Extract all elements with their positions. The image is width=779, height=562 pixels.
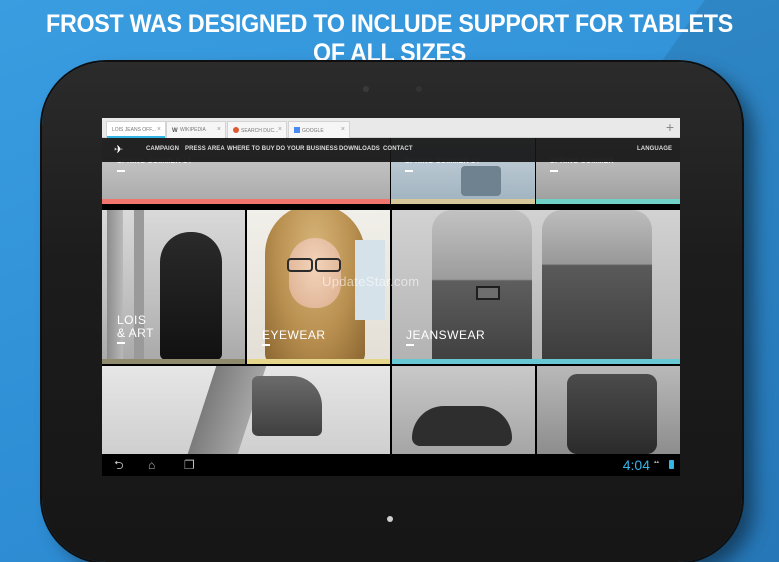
tile-color-strip xyxy=(247,359,390,364)
wikipedia-favicon-icon: W xyxy=(172,128,178,134)
tile-label: EYEWEAR xyxy=(262,329,326,346)
close-icon[interactable]: × xyxy=(217,126,221,133)
recents-icon[interactable]: ❐ xyxy=(184,458,195,472)
tile-color-strip xyxy=(102,199,390,204)
photo-shape xyxy=(567,374,657,454)
tab-label: SEARCH DUC... xyxy=(241,128,279,134)
close-icon[interactable]: × xyxy=(341,126,345,133)
photo-shape xyxy=(315,258,341,272)
photo-shape xyxy=(160,232,222,360)
site-navigation: ✈ CAMPAIGN PRESS AREA WHERE TO BUY DO YO… xyxy=(102,138,680,162)
nav-press-area[interactable]: PRESS AREA xyxy=(185,146,225,152)
back-icon[interactable]: ⮌ xyxy=(114,458,124,472)
tile-color-strip xyxy=(536,199,680,204)
front-camera xyxy=(363,86,369,92)
belt-buckle-shape xyxy=(476,286,500,300)
browser-tab-wikipedia[interactable]: W WIKIPEDIA × xyxy=(166,121,226,138)
tile-label: JEANSWEAR xyxy=(406,329,485,346)
tile-shoes[interactable] xyxy=(102,366,390,454)
nav-where-to-buy[interactable]: WHERE TO BUY xyxy=(227,146,275,152)
photo-shape xyxy=(412,406,512,446)
browser-tab-search[interactable]: SEARCH DUC... × xyxy=(227,121,287,138)
close-icon[interactable]: × xyxy=(157,126,161,133)
tile-color-strip xyxy=(102,359,245,364)
tab-label: WIKIPEDIA xyxy=(180,127,206,133)
nav-campaign[interactable]: CAMPAIGN xyxy=(146,146,179,152)
tile-lingerie[interactable] xyxy=(392,366,535,454)
android-system-bar: ⮌ ⌂ ❐ 4:04 ▴▴ xyxy=(102,454,680,476)
nav-downloads[interactable]: DOWNLOADS xyxy=(339,146,380,152)
promo-headline: FROST WAS DESIGNED TO INCLUDE SUPPORT FO… xyxy=(46,10,733,67)
watermark: UpdateStar.com xyxy=(322,274,420,289)
tile-color-strip xyxy=(391,199,535,204)
nav-language[interactable]: LANGUAGE xyxy=(637,146,672,152)
duckduckgo-favicon-icon xyxy=(233,127,239,133)
photo-shape xyxy=(252,376,322,436)
photo-shape xyxy=(289,238,341,308)
status-clock: 4:04 xyxy=(622,457,650,473)
tile-jeanswear[interactable]: JEANSWEAR xyxy=(392,210,680,364)
close-icon[interactable]: × xyxy=(278,126,282,133)
battery-icon xyxy=(669,460,674,469)
content-grid: SPRING SUMMER 14 SPRING SUMMER 14 SPRING… xyxy=(102,138,680,454)
tab-label: LOIS JEANS OFF... xyxy=(112,127,156,133)
tile-bags[interactable] xyxy=(537,366,680,454)
signal-icon: ▴▴ xyxy=(654,459,660,465)
tile-label: LOIS & ART xyxy=(117,314,154,344)
pin-logo-icon[interactable]: ✈ xyxy=(114,144,126,156)
google-favicon-icon xyxy=(294,127,300,133)
tablet-screen: LOIS JEANS OFF... × W WIKIPEDIA × SEARCH … xyxy=(102,118,680,476)
light-sensor xyxy=(416,86,422,92)
photo-shape xyxy=(542,210,652,364)
new-tab-button[interactable]: + xyxy=(666,119,674,135)
nav-do-your-business[interactable]: DO YOUR BUSINESS xyxy=(276,146,338,152)
notification-led xyxy=(387,516,393,522)
tile-lois-art[interactable]: LOIS & ART xyxy=(102,210,245,364)
photo-shape xyxy=(287,258,313,272)
nav-contact[interactable]: CONTACT xyxy=(383,146,413,152)
tab-label: GOOGLE xyxy=(302,128,324,134)
browser-tab-lois[interactable]: LOIS JEANS OFF... × xyxy=(106,121,166,138)
tile-color-strip xyxy=(392,359,680,364)
home-icon[interactable]: ⌂ xyxy=(148,458,155,472)
browser-tab-bar: LOIS JEANS OFF... × W WIKIPEDIA × SEARCH … xyxy=(102,118,680,138)
browser-tab-google[interactable]: GOOGLE × xyxy=(288,121,350,138)
